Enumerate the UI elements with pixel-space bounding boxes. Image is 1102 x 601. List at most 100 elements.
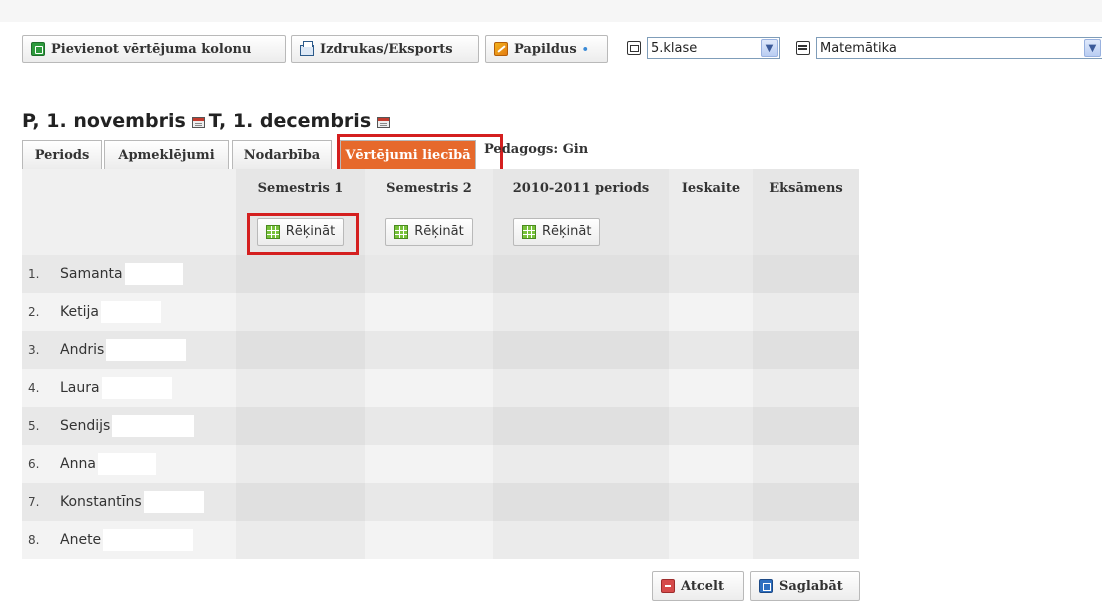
grade-cell[interactable]: [236, 483, 365, 521]
grade-cell[interactable]: [365, 521, 493, 559]
grade-cell[interactable]: [669, 445, 753, 483]
grade-cell[interactable]: [753, 369, 859, 407]
cancel-button[interactable]: Atcelt: [652, 571, 744, 601]
save-label: Saglabāt: [779, 578, 843, 594]
row-number: 6.: [28, 457, 40, 471]
grade-cell[interactable]: [753, 407, 859, 445]
cancel-label: Atcelt: [681, 578, 724, 594]
grade-cell[interactable]: [365, 445, 493, 483]
grade-cell[interactable]: [236, 255, 365, 293]
tab-attendance[interactable]: Apmeklējumi: [104, 140, 229, 169]
grade-cell[interactable]: [669, 331, 753, 369]
pencil-icon: [494, 42, 508, 56]
row-number: 7.: [28, 495, 40, 509]
print-export-button[interactable]: Izdrukas/Eksports: [291, 35, 479, 63]
col-header: 2010-2011 periods: [493, 169, 669, 208]
grade-cell[interactable]: [236, 407, 365, 445]
grade-cell[interactable]: [493, 521, 669, 559]
calendar-icon[interactable]: [191, 117, 205, 128]
table-header-row: Semestris 1 Semestris 2 2010-2011 period…: [22, 169, 859, 208]
grade-cell[interactable]: [753, 331, 859, 369]
calculate-button[interactable]: Rēķināt: [385, 217, 473, 246]
student-name: Andris: [60, 342, 105, 358]
redaction: [106, 339, 186, 361]
chevron-down-icon[interactable]: ▼: [1084, 39, 1101, 57]
tab-lesson[interactable]: Nodarbība: [232, 140, 332, 169]
col-header: Ieskaite: [669, 169, 753, 208]
grade-cell[interactable]: [236, 293, 365, 331]
subject-select[interactable]: Matemātika ▼: [816, 37, 1102, 59]
redaction: [101, 301, 161, 323]
grade-cell[interactable]: [669, 521, 753, 559]
grade-cell[interactable]: [753, 521, 859, 559]
grade-cell[interactable]: [493, 255, 669, 293]
chevron-down-icon[interactable]: ▼: [761, 39, 778, 57]
redaction: [600, 140, 720, 162]
date-range: P, 1. novembris T, 1. decembris: [22, 108, 394, 134]
grade-cell[interactable]: [493, 445, 669, 483]
grade-cell[interactable]: [669, 293, 753, 331]
grade-cell[interactable]: [753, 483, 859, 521]
redaction: [125, 263, 183, 285]
student-name: Konstantīns: [60, 494, 142, 510]
grade-cell[interactable]: [365, 483, 493, 521]
student-name: Ketija: [60, 304, 99, 320]
student-name: Anna: [60, 456, 96, 472]
student-name: Samanta: [60, 266, 123, 282]
student-name: Laura: [60, 380, 100, 396]
header-blank: [22, 169, 236, 208]
grade-cell[interactable]: [365, 331, 493, 369]
grade-cell[interactable]: [236, 521, 365, 559]
grade-cell[interactable]: [493, 331, 669, 369]
grade-cell[interactable]: [493, 369, 669, 407]
grade-cell[interactable]: [236, 331, 365, 369]
redaction: [102, 377, 172, 399]
save-button[interactable]: Saglabāt: [750, 571, 860, 601]
grade-cell[interactable]: [669, 255, 753, 293]
grade-cell[interactable]: [365, 293, 493, 331]
row-number: 3.: [28, 343, 40, 357]
calc-cell: Rēķināt: [365, 208, 493, 255]
cancel-icon: [661, 579, 675, 593]
row-number: 8.: [28, 533, 40, 547]
save-icon: [759, 579, 773, 593]
date-start: P, 1. novembris: [22, 110, 186, 132]
col-header: Eksāmens: [753, 169, 859, 208]
extra-menu-button[interactable]: Papildus •: [485, 35, 608, 63]
row-number: 5.: [28, 419, 40, 433]
class-select[interactable]: 5.klase ▼: [647, 37, 780, 59]
grade-cell[interactable]: [493, 483, 669, 521]
calculate-label: Rēķināt: [542, 224, 592, 239]
grade-cell[interactable]: [753, 255, 859, 293]
print-export-label: Izdrukas/Eksports: [320, 41, 453, 57]
grade-cell[interactable]: [753, 445, 859, 483]
student-name: Sendijs: [60, 418, 111, 434]
teacher-label: Pedagogs: Gin: [484, 142, 589, 157]
grade-cell[interactable]: [753, 293, 859, 331]
tab-label: Nodarbība: [243, 147, 321, 163]
grade-cell[interactable]: [493, 407, 669, 445]
redaction: [103, 529, 193, 551]
grade-cell[interactable]: [493, 293, 669, 331]
calculate-label: Rēķināt: [414, 224, 464, 239]
grade-cell[interactable]: [365, 255, 493, 293]
grade-cell[interactable]: [669, 369, 753, 407]
class-select-value: 5.klase: [651, 40, 698, 56]
grade-cell[interactable]: [236, 445, 365, 483]
grade-cell[interactable]: [365, 369, 493, 407]
calculate-button[interactable]: Rēķināt: [513, 217, 601, 246]
dropdown-dot-icon: •: [581, 42, 589, 56]
grade-cell[interactable]: [365, 407, 493, 445]
calendar-icon[interactable]: [377, 117, 391, 128]
add-column-label: Pievienot vērtējuma kolonu: [51, 41, 252, 57]
add-icon: [31, 42, 45, 56]
class-icon: [627, 41, 641, 55]
grade-cell[interactable]: [236, 369, 365, 407]
row-number: 1.: [28, 267, 40, 281]
grade-cell[interactable]: [669, 407, 753, 445]
tab-periods[interactable]: Periods: [22, 140, 102, 169]
highlight-frame: [247, 213, 359, 255]
add-column-button[interactable]: Pievienot vērtējuma kolonu: [22, 35, 286, 63]
row-number: 4.: [28, 381, 40, 395]
grade-cell[interactable]: [669, 483, 753, 521]
